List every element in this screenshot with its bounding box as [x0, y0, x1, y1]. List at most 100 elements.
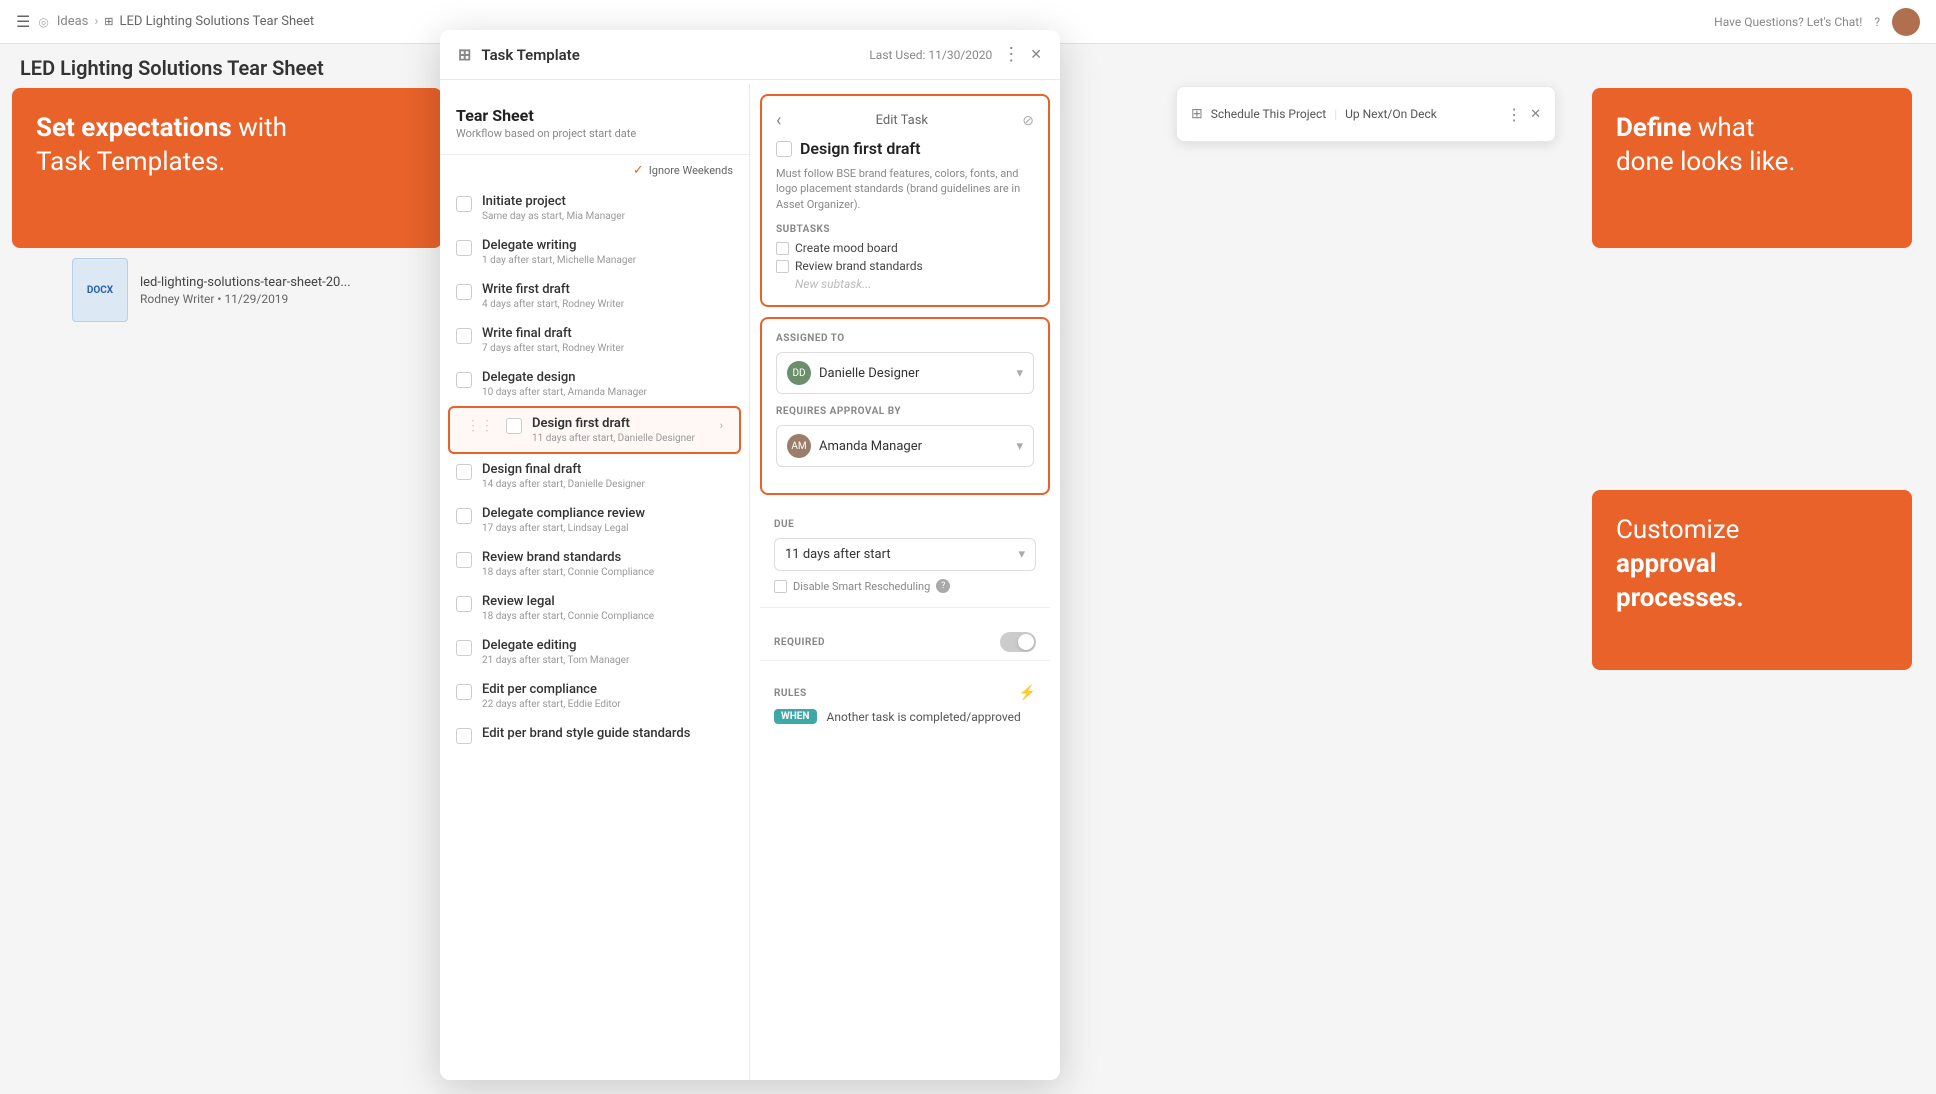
task-checkbox[interactable]: [456, 552, 472, 568]
schedule-more-button[interactable]: ⋮: [1506, 105, 1522, 124]
task-name: Edit per compliance: [482, 682, 733, 697]
task-content: Delegate design 10 days after start, Ama…: [482, 370, 733, 398]
task-meta: 18 days after start, Connie Compliance: [482, 567, 733, 578]
task-checkbox[interactable]: [456, 372, 472, 388]
approver-chevron-icon: [1016, 439, 1023, 454]
task-item[interactable]: Delegate compliance review 17 days after…: [440, 498, 749, 542]
subtask-checkbox[interactable]: [776, 242, 789, 255]
task-checkbox[interactable]: [456, 508, 472, 524]
task-name: Write first draft: [482, 282, 733, 297]
schedule-close-button[interactable]: ✕: [1530, 107, 1541, 122]
new-subtask-input[interactable]: New subtask...: [795, 277, 1034, 291]
task-item[interactable]: Delegate design 10 days after start, Ama…: [440, 362, 749, 406]
rules-condition: WHEN Another task is completed/approved: [774, 709, 1036, 724]
task-checkbox[interactable]: [456, 284, 472, 300]
task-content: Delegate writing 1 day after start, Mich…: [482, 238, 733, 266]
task-content: Initiate project Same day as start, Mia …: [482, 194, 733, 222]
task-item[interactable]: Review legal 18 days after start, Connie…: [440, 586, 749, 630]
task-checkbox[interactable]: [456, 464, 472, 480]
modal-controls: Last Used: 11/30/2020 ⋮ ✕: [869, 44, 1042, 65]
schedule-icon: ⊞: [1191, 106, 1203, 122]
task-item[interactable]: Design final draft 14 days after start, …: [440, 454, 749, 498]
edit-task-description: Must follow BSE brand features, colors, …: [776, 166, 1034, 212]
subtask-item: Review brand standards: [776, 259, 1034, 273]
task-checkbox[interactable]: [456, 196, 472, 212]
promo-define: Define whatdone looks like.: [1592, 88, 1912, 248]
task-content: Review legal 18 days after start, Connie…: [482, 594, 733, 622]
required-toggle[interactable]: [1000, 632, 1036, 652]
edit-task-close-button[interactable]: ⊘: [1022, 113, 1034, 129]
subtasks-label: SUBTASKS: [776, 224, 1034, 235]
task-name: Write final draft: [482, 326, 733, 341]
page-title: LED Lighting Solutions Tear Sheet: [20, 56, 324, 80]
subtask-checkbox[interactable]: [776, 260, 789, 273]
schedule-tab2[interactable]: Up Next/On Deck: [1345, 107, 1437, 121]
approver-name: Amanda Manager: [819, 439, 922, 454]
breadcrumb-current: LED Lighting Solutions Tear Sheet: [120, 14, 315, 29]
task-item[interactable]: Delegate writing 1 day after start, Mich…: [440, 230, 749, 274]
task-item[interactable]: Write final draft 7 days after start, Ro…: [440, 318, 749, 362]
hamburger-icon[interactable]: ☰: [16, 12, 30, 31]
breadcrumb-ideas[interactable]: Ideas: [57, 14, 89, 29]
task-meta: 17 days after start, Lindsay Legal: [482, 523, 733, 534]
task-content: Delegate editing 21 days after start, To…: [482, 638, 733, 666]
edit-task-name: Design first draft: [800, 139, 920, 158]
user-avatar[interactable]: [1892, 8, 1920, 36]
assignee-dropdown[interactable]: DD Danielle Designer: [776, 352, 1034, 394]
ignore-weekends-check[interactable]: ✓: [633, 163, 644, 178]
due-dropdown[interactable]: 11 days after start: [774, 538, 1036, 571]
task-item-active[interactable]: ⋮⋮ Design first draft 11 days after star…: [448, 406, 741, 454]
task-checkbox[interactable]: [456, 240, 472, 256]
subtask-name: Create mood board: [795, 241, 898, 255]
task-name: Review legal: [482, 594, 733, 609]
task-checkbox[interactable]: [456, 684, 472, 700]
task-meta: 10 days after start, Amanda Manager: [482, 387, 733, 398]
file-meta: Rodney Writer • 11/29/2019: [140, 292, 351, 306]
task-checkbox[interactable]: [456, 596, 472, 612]
task-checkbox[interactable]: [456, 640, 472, 656]
edit-task-panel: ‹ Edit Task ⊘ Design first draft Must fo…: [750, 84, 1060, 1080]
assigned-to-label: ASSIGNED TO: [776, 333, 1034, 344]
schedule-modal: ⊞ Schedule This Project | Up Next/On Dec…: [1176, 86, 1556, 142]
task-item[interactable]: Review brand standards 18 days after sta…: [440, 542, 749, 586]
edit-task-checkbox[interactable]: [776, 141, 792, 157]
assignee-chevron-icon: [1016, 366, 1023, 381]
task-content: Review brand standards 18 days after sta…: [482, 550, 733, 578]
task-checkbox[interactable]: [506, 418, 522, 434]
task-checkbox[interactable]: [456, 328, 472, 344]
disable-rescheduling-checkbox[interactable]: [774, 580, 787, 593]
task-item[interactable]: Edit per compliance 22 days after start,…: [440, 674, 749, 718]
drag-handle-icon[interactable]: ⋮⋮: [466, 418, 494, 434]
template-title: Tear Sheet: [456, 106, 733, 125]
edit-task-title: Edit Task: [781, 113, 1022, 128]
help-icon[interactable]: ?: [1874, 15, 1880, 29]
schedule-tab1[interactable]: Schedule This Project: [1211, 107, 1326, 121]
task-item[interactable]: Initiate project Same day as start, Mia …: [440, 186, 749, 230]
approver-left: AM Amanda Manager: [787, 434, 922, 458]
task-name: Initiate project: [482, 194, 733, 209]
required-box: REQUIRED: [760, 618, 1050, 661]
expand-arrow-icon[interactable]: ›: [720, 419, 723, 432]
task-content: Write first draft 4 days after start, Ro…: [482, 282, 733, 310]
help-icon[interactable]: ?: [936, 579, 950, 593]
due-label: DUE: [774, 519, 1036, 530]
assignee-avatar: DD: [787, 361, 811, 385]
template-subtitle: Workflow based on project start date: [456, 127, 733, 140]
task-checkbox[interactable]: [456, 728, 472, 744]
approver-avatar: AM: [787, 434, 811, 458]
task-name: Design first draft: [532, 416, 710, 431]
task-list: Initiate project Same day as start, Mia …: [440, 186, 749, 752]
due-chevron-icon: [1018, 547, 1025, 562]
rules-condition-text: Another task is completed/approved: [827, 710, 1021, 724]
task-template-modal: ⊞ Task Template Last Used: 11/30/2020 ⋮ …: [440, 30, 1060, 1080]
task-meta: 7 days after start, Rodney Writer: [482, 343, 733, 354]
modal-close-button[interactable]: ✕: [1030, 47, 1042, 63]
task-name: Delegate compliance review: [482, 506, 733, 521]
file-type-icon: DOCX: [72, 258, 128, 322]
task-item[interactable]: Edit per brand style guide standards: [440, 718, 749, 752]
task-item[interactable]: Write first draft 4 days after start, Ro…: [440, 274, 749, 318]
modal-more-button[interactable]: ⋮: [1002, 44, 1020, 65]
approver-dropdown[interactable]: AM Amanda Manager: [776, 425, 1034, 467]
task-item[interactable]: Delegate editing 21 days after start, To…: [440, 630, 749, 674]
modal-title: Task Template: [481, 46, 579, 64]
